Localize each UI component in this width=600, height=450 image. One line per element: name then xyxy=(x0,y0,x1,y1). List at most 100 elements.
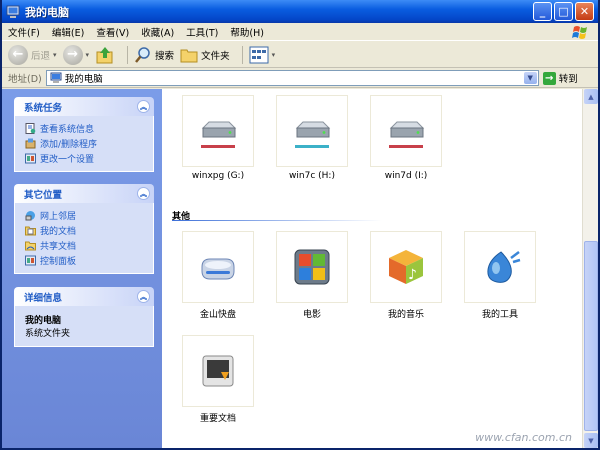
item-my-music[interactable]: ♪ xyxy=(370,231,442,303)
system-tasks-title: 系统任务 xyxy=(24,102,63,114)
other-places-header[interactable]: 其它位置 ︽ xyxy=(14,184,154,203)
other-places-title: 其它位置 xyxy=(24,189,63,201)
chevron-down-icon[interactable]: ▾ xyxy=(272,51,276,59)
details-header[interactable]: 详细信息 ︽ xyxy=(14,287,154,306)
item-movies[interactable] xyxy=(276,231,348,303)
vertical-scrollbar[interactable]: ▲ ▼ xyxy=(582,89,598,448)
collapse-icon[interactable]: ︽ xyxy=(137,100,150,113)
views-icon xyxy=(249,46,269,63)
place-network[interactable]: 网上邻居 xyxy=(25,208,153,223)
forward-button[interactable]: → ▾ xyxy=(62,44,90,65)
go-button[interactable]: → 转到 xyxy=(542,71,578,85)
drive-tile[interactable] xyxy=(370,95,442,167)
address-label: 地址(D) xyxy=(8,74,42,85)
minimize-button[interactable]: _ xyxy=(533,2,552,21)
item-label: 电影 xyxy=(302,310,321,320)
item-label: 我的音乐 xyxy=(387,310,424,320)
drive-label: win7d (I:) xyxy=(384,171,428,181)
drive-usage-bar xyxy=(389,145,423,148)
scroll-down-icon[interactable]: ▼ xyxy=(584,433,598,448)
details-type: 系统文件夹 xyxy=(25,329,71,339)
place-label: 共享文档 xyxy=(40,242,77,252)
collapse-icon[interactable]: ︽ xyxy=(137,187,150,200)
item-label: 金山快盘 xyxy=(199,310,236,320)
menu-file[interactable]: 文件(F) xyxy=(2,25,46,39)
address-bar: 地址(D) 我的电脑 ▼ → 转到 xyxy=(2,69,598,88)
go-label: 转到 xyxy=(558,74,578,85)
task-pane: 系统任务 ︽ 查看系统信息 添加/删除程序 更改一个设置 其它位置 ︽ 网上邻居… xyxy=(2,89,162,448)
system-tasks-panel: 系统任务 ︽ 查看系统信息 添加/删除程序 更改一个设置 xyxy=(14,97,154,172)
chevron-down-icon[interactable]: ▼ xyxy=(523,72,537,84)
item-kuaipan[interactable] xyxy=(182,231,254,303)
menu-help[interactable]: 帮助(H) xyxy=(224,25,270,39)
content-pane: winxpg (G:) win7c (H:) win7d (I:) 其他 金山快… xyxy=(162,89,582,448)
search-icon xyxy=(135,46,150,63)
menu-edit[interactable]: 编辑(E) xyxy=(46,25,90,39)
scroll-thumb[interactable] xyxy=(584,241,598,431)
window-title: 我的电脑 xyxy=(25,5,69,19)
details-title: 详细信息 xyxy=(24,292,63,304)
control-panel-icon xyxy=(25,255,36,266)
item-my-tools[interactable] xyxy=(464,231,536,303)
scroll-up-icon[interactable]: ▲ xyxy=(584,89,598,104)
movies-folder-icon xyxy=(294,249,330,285)
menu-bar: 文件(F) 编辑(E) 查看(V) 收藏(A) 工具(T) 帮助(H) xyxy=(2,23,598,41)
maximize-button[interactable]: □ xyxy=(554,2,573,21)
folders-label: 文件夹 xyxy=(201,50,230,62)
task-label: 更改一个设置 xyxy=(40,155,95,165)
menu-tools[interactable]: 工具(T) xyxy=(180,25,224,39)
toolbar-separator xyxy=(127,45,129,64)
chevron-down-icon[interactable]: ▾ xyxy=(86,51,90,59)
address-input[interactable]: 我的电脑 ▼ xyxy=(45,70,539,86)
task-label: 查看系统信息 xyxy=(40,125,95,135)
drive-tile[interactable] xyxy=(276,95,348,167)
drive-icon xyxy=(201,121,237,148)
drive-label: win7c (H:) xyxy=(289,171,335,181)
shared-folder-icon xyxy=(25,241,36,251)
title-bar[interactable]: 我的电脑 _ □ ✕ xyxy=(2,0,598,23)
place-label: 网上邻居 xyxy=(40,212,77,222)
tools-drop-icon xyxy=(487,251,521,283)
other-places-panel: 其它位置 ︽ 网上邻居 我的文档 共享文档 控制面板 xyxy=(14,184,154,274)
drive-label: winxpg (G:) xyxy=(191,171,245,181)
control-panel-icon xyxy=(25,153,36,164)
chevron-down-icon[interactable]: ▾ xyxy=(53,51,57,59)
group-divider xyxy=(172,220,382,221)
folders-button[interactable]: 文件夹 xyxy=(180,47,230,63)
kuaipan-drive-icon xyxy=(201,258,235,280)
close-button[interactable]: ✕ xyxy=(575,2,594,21)
place-control-panel[interactable]: 控制面板 xyxy=(25,253,153,268)
item-important-docs[interactable] xyxy=(182,335,254,407)
place-shared-documents[interactable]: 共享文档 xyxy=(25,238,153,253)
item-label: 重要文档 xyxy=(199,414,236,424)
back-arrow-icon: ← xyxy=(8,44,28,65)
collapse-icon[interactable]: ︽ xyxy=(137,290,150,303)
details-name: 我的电脑 xyxy=(25,316,62,326)
add-remove-programs-icon xyxy=(25,138,36,149)
toolbar: ← 后退 ▾ → ▾ 搜索 文件夹 ▾ xyxy=(2,42,598,68)
folder-up-icon xyxy=(96,46,113,63)
network-icon xyxy=(25,211,35,221)
folder-icon xyxy=(180,49,198,62)
drive-usage-bar xyxy=(201,145,235,148)
task-view-system-info[interactable]: 查看系统信息 xyxy=(25,121,153,136)
system-tasks-header[interactable]: 系统任务 ︽ xyxy=(14,97,154,116)
svg-text:♪: ♪ xyxy=(408,267,417,283)
views-button[interactable]: ▾ xyxy=(249,46,276,64)
place-label: 控制面板 xyxy=(40,257,77,267)
back-button[interactable]: ← 后退 ▾ xyxy=(8,44,57,65)
forward-arrow-icon: → xyxy=(62,44,83,65)
place-label: 我的文档 xyxy=(40,227,77,237)
go-arrow-icon: → xyxy=(542,71,556,85)
menu-view[interactable]: 查看(V) xyxy=(90,25,135,39)
task-change-setting[interactable]: 更改一个设置 xyxy=(25,151,153,166)
place-my-documents[interactable]: 我的文档 xyxy=(25,223,153,238)
menu-favorites[interactable]: 收藏(A) xyxy=(135,25,180,39)
up-button[interactable] xyxy=(95,45,115,65)
search-button[interactable]: 搜索 xyxy=(134,46,174,64)
explorer-window: 我的电脑 _ □ ✕ 文件(F) 编辑(E) 查看(V) 收藏(A) 工具(T)… xyxy=(0,0,600,450)
toolbar-separator xyxy=(241,45,243,64)
task-add-remove-programs[interactable]: 添加/删除程序 xyxy=(25,136,153,151)
drive-tile[interactable] xyxy=(182,95,254,167)
document-box-icon xyxy=(202,355,234,387)
